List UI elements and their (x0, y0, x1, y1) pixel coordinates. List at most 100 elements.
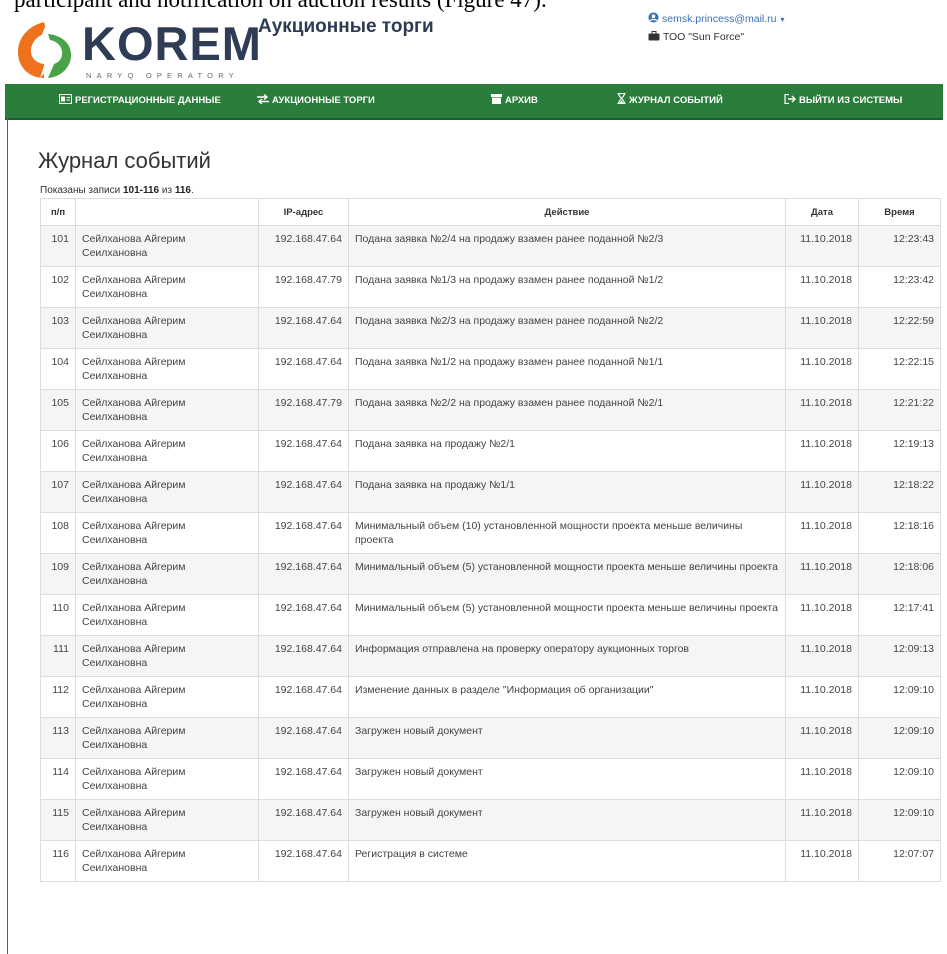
table-row: 115 Сейлханова Айгерим Сеилхановна 192.168… (40, 799, 941, 841)
nav-event-log[interactable]: ЖУРНАЛ СОБЫТИЙ (617, 84, 723, 118)
row-action: Подана заявка на продажу №2/1 (348, 430, 786, 472)
row-user: Сейлханова Айгерим Сеилхановна (75, 799, 259, 841)
row-action: Подана заявка №2/3 на продажу взамен ран… (348, 307, 786, 349)
row-action: Подана заявка №1/2 на продажу взамен ран… (348, 348, 786, 390)
table-row: 111 Сейлханова Айгерим Сеилхановна 192.168… (40, 635, 941, 677)
nav-label: РЕГИСТРАЦИОННЫЕ ДАННЫЕ (75, 95, 221, 106)
table-row: 103 Сейлханова Айгерим Сеилхановна 192.168… (40, 307, 941, 349)
row-action: Изменение данных в разделе "Информация о… (348, 676, 786, 718)
row-ip: 192.168.47.64 (258, 430, 349, 472)
row-user: Сейлханова Айгерим Сеилхановна (75, 266, 259, 308)
row-ip: 192.168.47.79 (258, 389, 349, 431)
row-time: 12:09:10 (858, 799, 941, 841)
row-time: 12:22:15 (858, 348, 941, 390)
row-time: 12:09:10 (858, 676, 941, 718)
row-date: 11.10.2018 (785, 799, 859, 841)
row-action: Загружен новый документ (348, 799, 786, 841)
korem-logo[interactable]: KOREM NARYQ OPERATORY (14, 17, 261, 80)
table-row: 113 Сейлханова Айгерим Сеилхановна 192.168… (40, 717, 941, 759)
row-user: Сейлханова Айгерим Сеилхановна (75, 225, 259, 267)
header-date[interactable]: Дата (785, 198, 859, 226)
nav-label: АРХИВ (505, 95, 538, 106)
row-number: 101 (40, 225, 76, 267)
row-number: 113 (40, 717, 76, 759)
row-number: 108 (40, 512, 76, 554)
hourglass-icon (617, 93, 626, 104)
table-row: 106 Сейлханова Айгерим Сеилхановна 192.168… (40, 430, 941, 472)
app-title: Аукционные торги (258, 16, 434, 37)
user-menu[interactable]: semsk.princess@mail.ru ▾ (648, 12, 785, 25)
nav-archive[interactable]: АРХИВ (491, 84, 538, 118)
row-action: Подана заявка №1/3 на продажу взамен ран… (348, 266, 786, 308)
header-action[interactable]: Действие (348, 198, 786, 226)
user-email: semsk.princess@mail.ru (662, 13, 777, 25)
user-organization: ТОО "Sun Force" (648, 31, 744, 43)
table-row: 114 Сейлханова Айгерим Сеилхановна 192.168… (40, 758, 941, 800)
header-ip[interactable]: IP-адрес (258, 198, 349, 226)
row-date: 11.10.2018 (785, 635, 859, 677)
brand-name: KOREM (82, 17, 262, 70)
row-action: Загружен новый документ (348, 717, 786, 759)
sign-out-icon (784, 94, 796, 104)
row-date: 11.10.2018 (785, 553, 859, 595)
row-time: 12:23:42 (858, 266, 941, 308)
row-date: 11.10.2018 (785, 225, 859, 267)
row-action: Минимальный объем (10) установленной мощ… (348, 512, 786, 554)
row-user: Сейлханова Айгерим Сеилхановна (75, 676, 259, 718)
row-date: 11.10.2018 (785, 512, 859, 554)
row-date: 11.10.2018 (785, 840, 859, 882)
row-date: 11.10.2018 (785, 594, 859, 636)
row-user: Сейлханова Айгерим Сеилхановна (75, 717, 259, 759)
briefcase-icon (648, 31, 660, 41)
row-user: Сейлханова Айгерим Сеилхановна (75, 348, 259, 390)
row-ip: 192.168.47.64 (258, 840, 349, 882)
records-total: 116 (174, 185, 191, 196)
header-number[interactable]: п/п (40, 198, 76, 226)
row-number: 105 (40, 389, 76, 431)
row-user: Сейлханова Айгерим Сеилхановна (75, 471, 259, 513)
row-time: 12:07:07 (858, 840, 941, 882)
row-time: 12:21:22 (858, 389, 941, 431)
row-number: 110 (40, 594, 76, 636)
table-header-row: п/п IP-адрес Действие Дата Время (40, 198, 941, 226)
records-summary: Показаны записи 101-116 из 116. (40, 185, 194, 196)
nav-label: АУКЦИОННЫЕ ТОРГИ (272, 95, 375, 106)
row-ip: 192.168.47.64 (258, 348, 349, 390)
row-time: 12:22:59 (858, 307, 941, 349)
row-date: 11.10.2018 (785, 430, 859, 472)
row-user: Сейлханова Айгерим Сеилхановна (75, 594, 259, 636)
row-number: 106 (40, 430, 76, 472)
row-action: Минимальный объем (5) установленной мощн… (348, 594, 786, 636)
nav-auction-trading[interactable]: АУКЦИОННЫЕ ТОРГИ (257, 84, 375, 118)
table-row: 112 Сейлханова Айгерим Сеилхановна 192.168… (40, 676, 941, 718)
row-date: 11.10.2018 (785, 348, 859, 390)
row-number: 104 (40, 348, 76, 390)
table-row: 105 Сейлханова Айгерим Сеилхановна 192.168… (40, 389, 941, 431)
main-navbar: РЕГИСТРАЦИОННЫЕ ДАННЫЕ АУКЦИОННЫЕ ТОРГИ … (5, 84, 943, 120)
row-number: 107 (40, 471, 76, 513)
row-date: 11.10.2018 (785, 758, 859, 800)
header-time[interactable]: Время (858, 198, 941, 226)
row-date: 11.10.2018 (785, 266, 859, 308)
row-date: 11.10.2018 (785, 471, 859, 513)
row-number: 111 (40, 635, 76, 677)
row-number: 103 (40, 307, 76, 349)
row-ip: 192.168.47.64 (258, 676, 349, 718)
row-date: 11.10.2018 (785, 307, 859, 349)
row-user: Сейлханова Айгерим Сеилхановна (75, 512, 259, 554)
header-user (75, 198, 259, 226)
row-action: Регистрация в системе (348, 840, 786, 882)
event-log-table: п/п IP-адрес Действие Дата Время 101 Сейл… (40, 198, 941, 882)
row-time: 12:18:22 (858, 471, 941, 513)
nav-registration-data[interactable]: РЕГИСТРАЦИОННЫЕ ДАННЫЕ (59, 84, 221, 118)
row-time: 12:18:16 (858, 512, 941, 554)
row-ip: 192.168.47.64 (258, 307, 349, 349)
row-user: Сейлханова Айгерим Сеилхановна (75, 553, 259, 595)
table-row: 107 Сейлханова Айгерим Сеилхановна 192.168… (40, 471, 941, 513)
table-row: 104 Сейлханова Айгерим Сеилхановна 192.168… (40, 348, 941, 390)
brand-subtitle: NARYQ OPERATORY (86, 71, 239, 80)
records-range: 101-116 (122, 185, 160, 196)
flame-logo-icon (18, 22, 72, 78)
nav-logout[interactable]: ВЫЙТИ ИЗ СИСТЕМЫ (784, 84, 902, 118)
row-ip: 192.168.47.64 (258, 635, 349, 677)
